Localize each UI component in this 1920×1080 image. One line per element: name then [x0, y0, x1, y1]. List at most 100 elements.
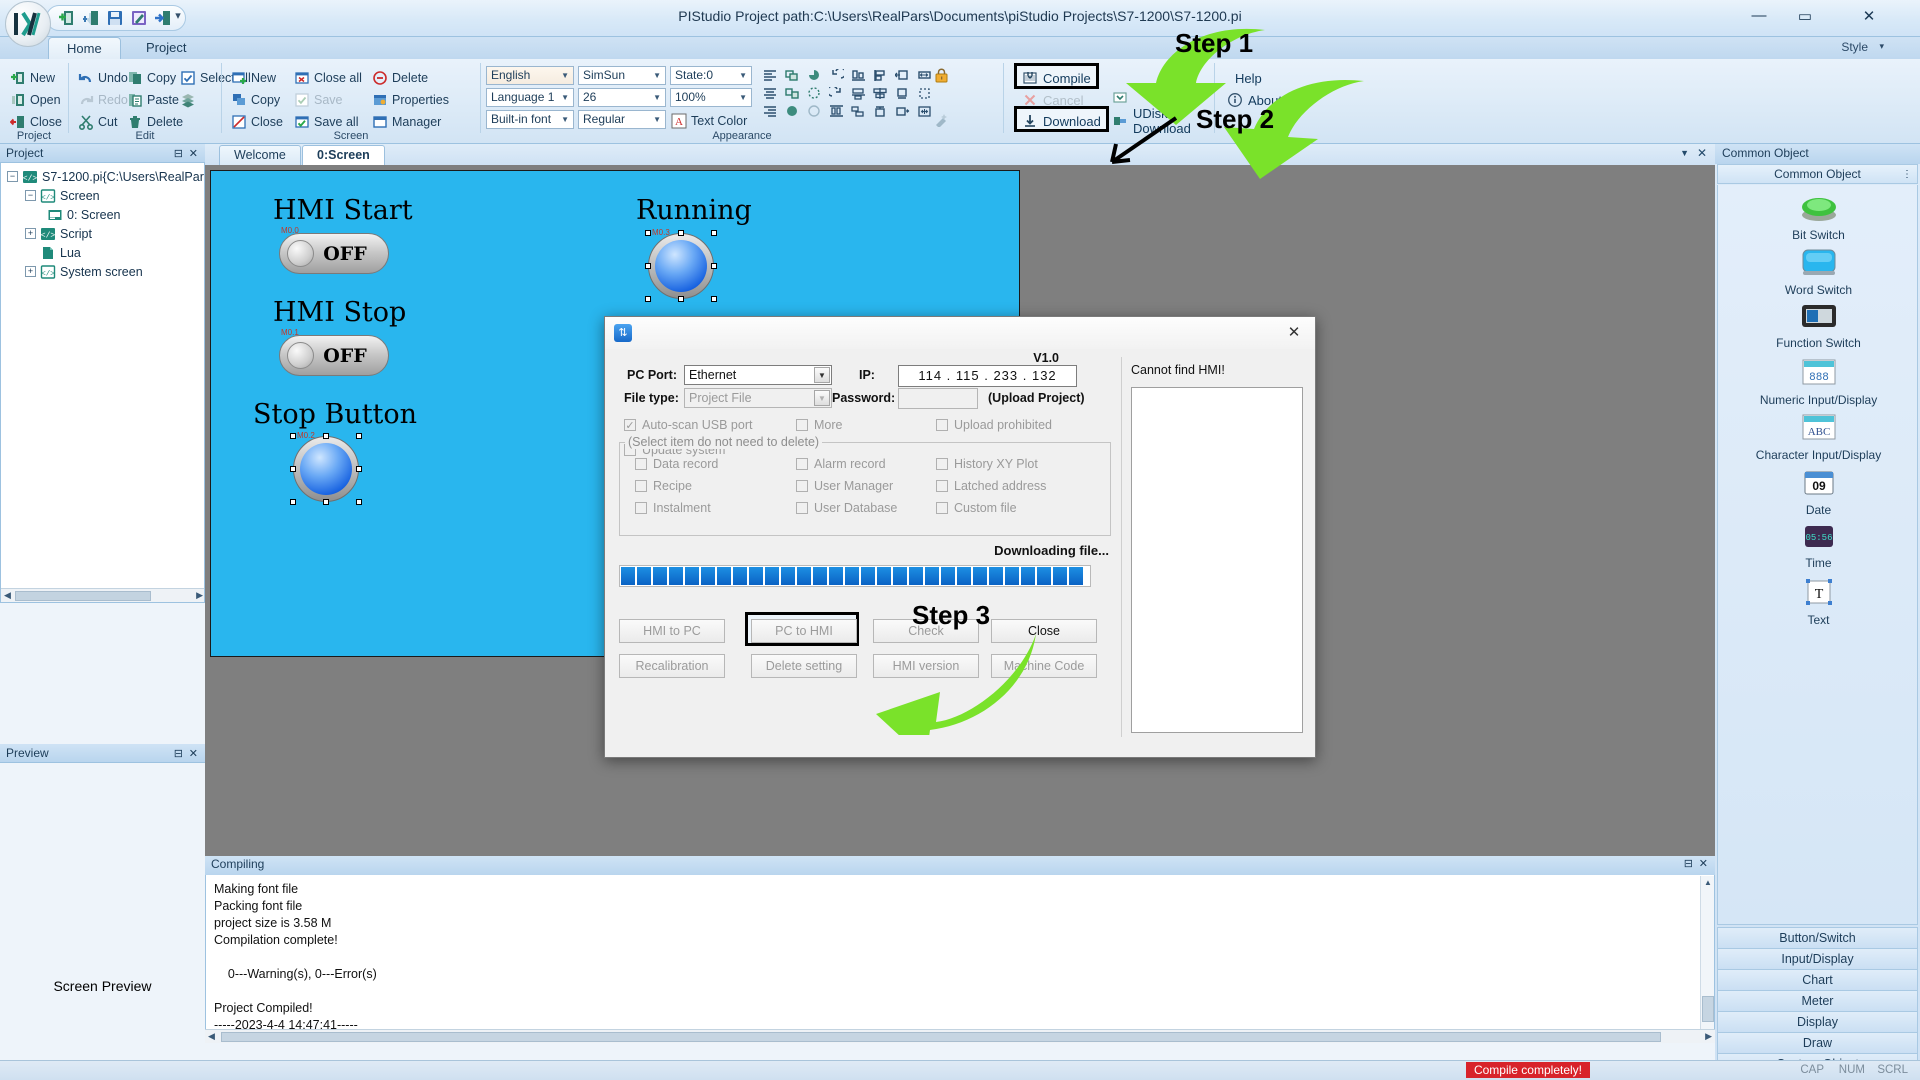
- download-button[interactable]: Download: [1022, 111, 1101, 131]
- output-horizontal-scrollbar[interactable]: ◀ ▶: [205, 1029, 1715, 1043]
- pin-icon[interactable]: ⊟: [1684, 857, 1693, 870]
- selection-handle[interactable]: [290, 466, 296, 472]
- ip-input[interactable]: 114 . 115 . 233 . 132: [898, 365, 1077, 387]
- tab-welcome[interactable]: Welcome: [219, 145, 301, 165]
- circle-outline-icon[interactable]: [803, 102, 825, 120]
- more-checkbox[interactable]: More: [796, 418, 842, 432]
- category-draw[interactable]: Draw: [1717, 1032, 1918, 1054]
- selection-handle[interactable]: [645, 296, 651, 302]
- ribbon-new-screen[interactable]: New: [231, 68, 276, 88]
- chevron-down-icon[interactable]: ▼: [739, 89, 751, 106]
- wand-icon[interactable]: [934, 112, 949, 130]
- ribbon-paste[interactable]: Paste: [127, 90, 179, 110]
- selection-handle[interactable]: [290, 433, 296, 439]
- help-button[interactable]: Help: [1235, 68, 1262, 88]
- user-manager-checkbox[interactable]: User Manager: [796, 479, 893, 493]
- pie-select-icon[interactable]: [803, 84, 825, 102]
- history-xy-plot-checkbox[interactable]: History XY Plot: [936, 457, 1038, 471]
- selection-handle[interactable]: [290, 499, 296, 505]
- ribbon-manager[interactable]: Manager: [372, 112, 441, 132]
- hmi-start-switch[interactable]: OFF: [279, 233, 389, 274]
- selection-handle[interactable]: [711, 263, 717, 269]
- scroll-right-icon[interactable]: ▶: [196, 590, 203, 601]
- scroll-thumb[interactable]: [15, 591, 151, 601]
- category-display[interactable]: Display: [1717, 1011, 1918, 1033]
- minimize-button[interactable]: —: [1736, 0, 1782, 31]
- state-select[interactable]: State:0 ▼: [670, 66, 752, 85]
- hmi-list-box[interactable]: [1131, 387, 1303, 733]
- chevron-down-icon[interactable]: ▾: [1879, 41, 1884, 52]
- chevron-down-icon[interactable]: ▼: [653, 89, 665, 106]
- maximize-button[interactable]: ▭: [1782, 0, 1828, 31]
- selection-handle[interactable]: [356, 433, 362, 439]
- latched-address-checkbox[interactable]: Latched address: [936, 479, 1046, 493]
- group-icon[interactable]: [781, 66, 803, 84]
- chevron-down-icon[interactable]: ▼: [814, 390, 830, 406]
- machine-code-button[interactable]: Machine Code: [991, 654, 1097, 678]
- selection-handle[interactable]: [678, 230, 684, 236]
- ribbon-close-project[interactable]: Close: [9, 112, 62, 132]
- expander-icon[interactable]: +: [25, 228, 36, 239]
- tree-node-project[interactable]: − </> S7-1200.pi{C:\Users\RealPars\: [7, 167, 204, 186]
- expander-icon[interactable]: +: [25, 266, 36, 277]
- upload-prohibited-checkbox[interactable]: Upload prohibited: [936, 418, 1052, 432]
- close-icon[interactable]: ✕: [189, 745, 198, 763]
- ribbon-close-all[interactable]: Close all: [294, 68, 362, 88]
- project-tree-scrollbar[interactable]: ◀ ▶: [1, 588, 204, 602]
- section-menu-icon[interactable]: ⋮: [1902, 166, 1912, 184]
- chevron-down-icon[interactable]: ▼: [739, 67, 751, 84]
- category-button-switch[interactable]: Button/Switch: [1717, 927, 1918, 949]
- delete-setting-button[interactable]: Delete setting: [751, 654, 857, 678]
- chevron-down-icon[interactable]: ▼: [653, 67, 665, 84]
- stop-button-lamp[interactable]: [293, 436, 359, 502]
- recalibration-button[interactable]: Recalibration: [619, 654, 725, 678]
- equal-width-icon[interactable]: [913, 66, 935, 84]
- category-input-display[interactable]: Input/Display: [1717, 948, 1918, 970]
- pin-icon[interactable]: ⊟: [174, 745, 183, 763]
- ribbon-copy-screen[interactable]: Copy: [231, 90, 280, 110]
- object-text[interactable]: T Text: [1718, 578, 1919, 627]
- align-center-icon[interactable]: [759, 84, 781, 102]
- ribbon-new-project[interactable]: New: [10, 68, 55, 88]
- custom-file-checkbox[interactable]: Custom file: [936, 501, 1017, 515]
- selection-handle[interactable]: [711, 296, 717, 302]
- output-vertical-scrollbar[interactable]: ▲ ▼: [1700, 876, 1714, 1042]
- scroll-thumb[interactable]: [1702, 996, 1714, 1022]
- font-style-select[interactable]: Regular ▼: [578, 110, 666, 129]
- scroll-up-icon[interactable]: ▲: [1703, 878, 1713, 888]
- font-source-select[interactable]: Built-in font ▼: [486, 110, 574, 129]
- scroll-thumb[interactable]: [221, 1032, 1661, 1042]
- ribbon-delete[interactable]: Delete: [127, 112, 183, 132]
- align-top-edge-icon[interactable]: [869, 102, 891, 120]
- password-input[interactable]: [898, 388, 978, 409]
- selection-handle[interactable]: [645, 230, 651, 236]
- selection-handle[interactable]: [356, 499, 362, 505]
- ribbon-delete-screen[interactable]: Delete: [372, 68, 428, 88]
- tree-node-screen-0[interactable]: 0: Screen: [47, 205, 121, 224]
- chevron-down-icon[interactable]: ▼: [653, 111, 665, 128]
- align-width-left-icon[interactable]: [891, 66, 913, 84]
- object-bit-switch[interactable]: Bit Switch: [1718, 193, 1919, 242]
- selection-handle[interactable]: [356, 466, 362, 472]
- expander-icon[interactable]: −: [25, 190, 36, 201]
- align-right-icon[interactable]: [759, 102, 781, 120]
- lock-icon[interactable]: [934, 68, 949, 86]
- auto-scan-usb-checkbox[interactable]: ✓ Auto-scan USB port: [624, 418, 752, 432]
- ribbon-close-screen[interactable]: Close: [231, 112, 283, 132]
- equal-height-icon[interactable]: [913, 84, 935, 102]
- tab-home[interactable]: Home: [48, 37, 121, 59]
- chevron-down-icon[interactable]: ▼: [561, 67, 573, 84]
- font-select[interactable]: SimSun ▼: [578, 66, 666, 85]
- selection-handle[interactable]: [323, 499, 329, 505]
- align-middle-icon[interactable]: [869, 84, 891, 102]
- category-meter[interactable]: Meter: [1717, 990, 1918, 1012]
- align-step-icon[interactable]: [847, 102, 869, 120]
- ribbon-save-all[interactable]: Save all: [294, 112, 358, 132]
- selection-handle[interactable]: [711, 230, 717, 236]
- rotate-left-icon[interactable]: [825, 66, 847, 84]
- rotate-right-icon[interactable]: [825, 84, 847, 102]
- font-size-select[interactable]: 26 ▼: [578, 88, 666, 107]
- hmi-to-pc-button[interactable]: HMI to PC: [619, 619, 725, 643]
- tree-node-screen[interactable]: − </> Screen: [25, 186, 100, 205]
- ribbon-properties[interactable]: Properties: [372, 90, 449, 110]
